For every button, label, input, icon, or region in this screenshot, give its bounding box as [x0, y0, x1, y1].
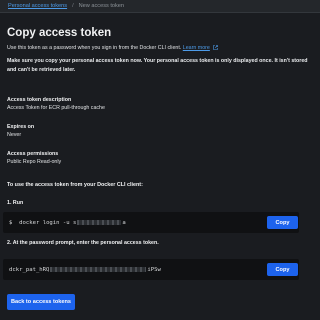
token-box[interactable]: dckr_pat_hRQ iPSw [3, 259, 299, 280]
copy-command-button[interactable]: Copy [267, 216, 298, 229]
login-command-end: a [122, 219, 126, 226]
copy-token-button[interactable]: Copy [267, 263, 298, 276]
shell-prompt: $ [9, 219, 13, 226]
permissions-value: Public Repo Read-only [7, 159, 62, 165]
instructions-heading: To use the access token from your Docker… [7, 182, 143, 188]
login-command-start: docker login -u s [19, 219, 77, 226]
description-label: Access token description [7, 97, 72, 103]
login-command-box[interactable]: $ docker login -u s a [3, 212, 299, 233]
intro-text: Use this token as a password when you si… [7, 45, 313, 51]
step2-label: 2. At the password prompt, enter the per… [7, 240, 159, 246]
breadcrumb-separator: / [72, 3, 74, 9]
intro-sentence: Use this token as a password when you si… [7, 45, 182, 51]
permissions-label: Access permissions [7, 151, 59, 157]
redacted-username [77, 220, 122, 225]
step1-label: 1. Run [7, 200, 24, 206]
description-value: Access Token for ECR pull-through cache [7, 105, 105, 111]
redacted-token [50, 267, 147, 272]
page-title: Copy access token [7, 27, 112, 39]
back-to-access-tokens-button[interactable]: Back to access tokens [7, 294, 75, 310]
token-end: iPSw [147, 266, 161, 273]
token-start: dckr_pat_hRQ [9, 266, 50, 273]
breadcrumb-current: New access token [78, 3, 125, 9]
expires-value: Never [7, 132, 22, 138]
breadcrumb: Personal access tokens / New access toke… [0, 0, 320, 13]
breadcrumb-personal-access-tokens[interactable]: Personal access tokens [8, 3, 67, 9]
warning-text: Make sure you copy your personal access … [7, 58, 308, 73]
external-link-icon [213, 45, 219, 50]
learn-more-link[interactable]: Learn more [183, 45, 210, 51]
expires-label: Expires on [7, 124, 35, 130]
